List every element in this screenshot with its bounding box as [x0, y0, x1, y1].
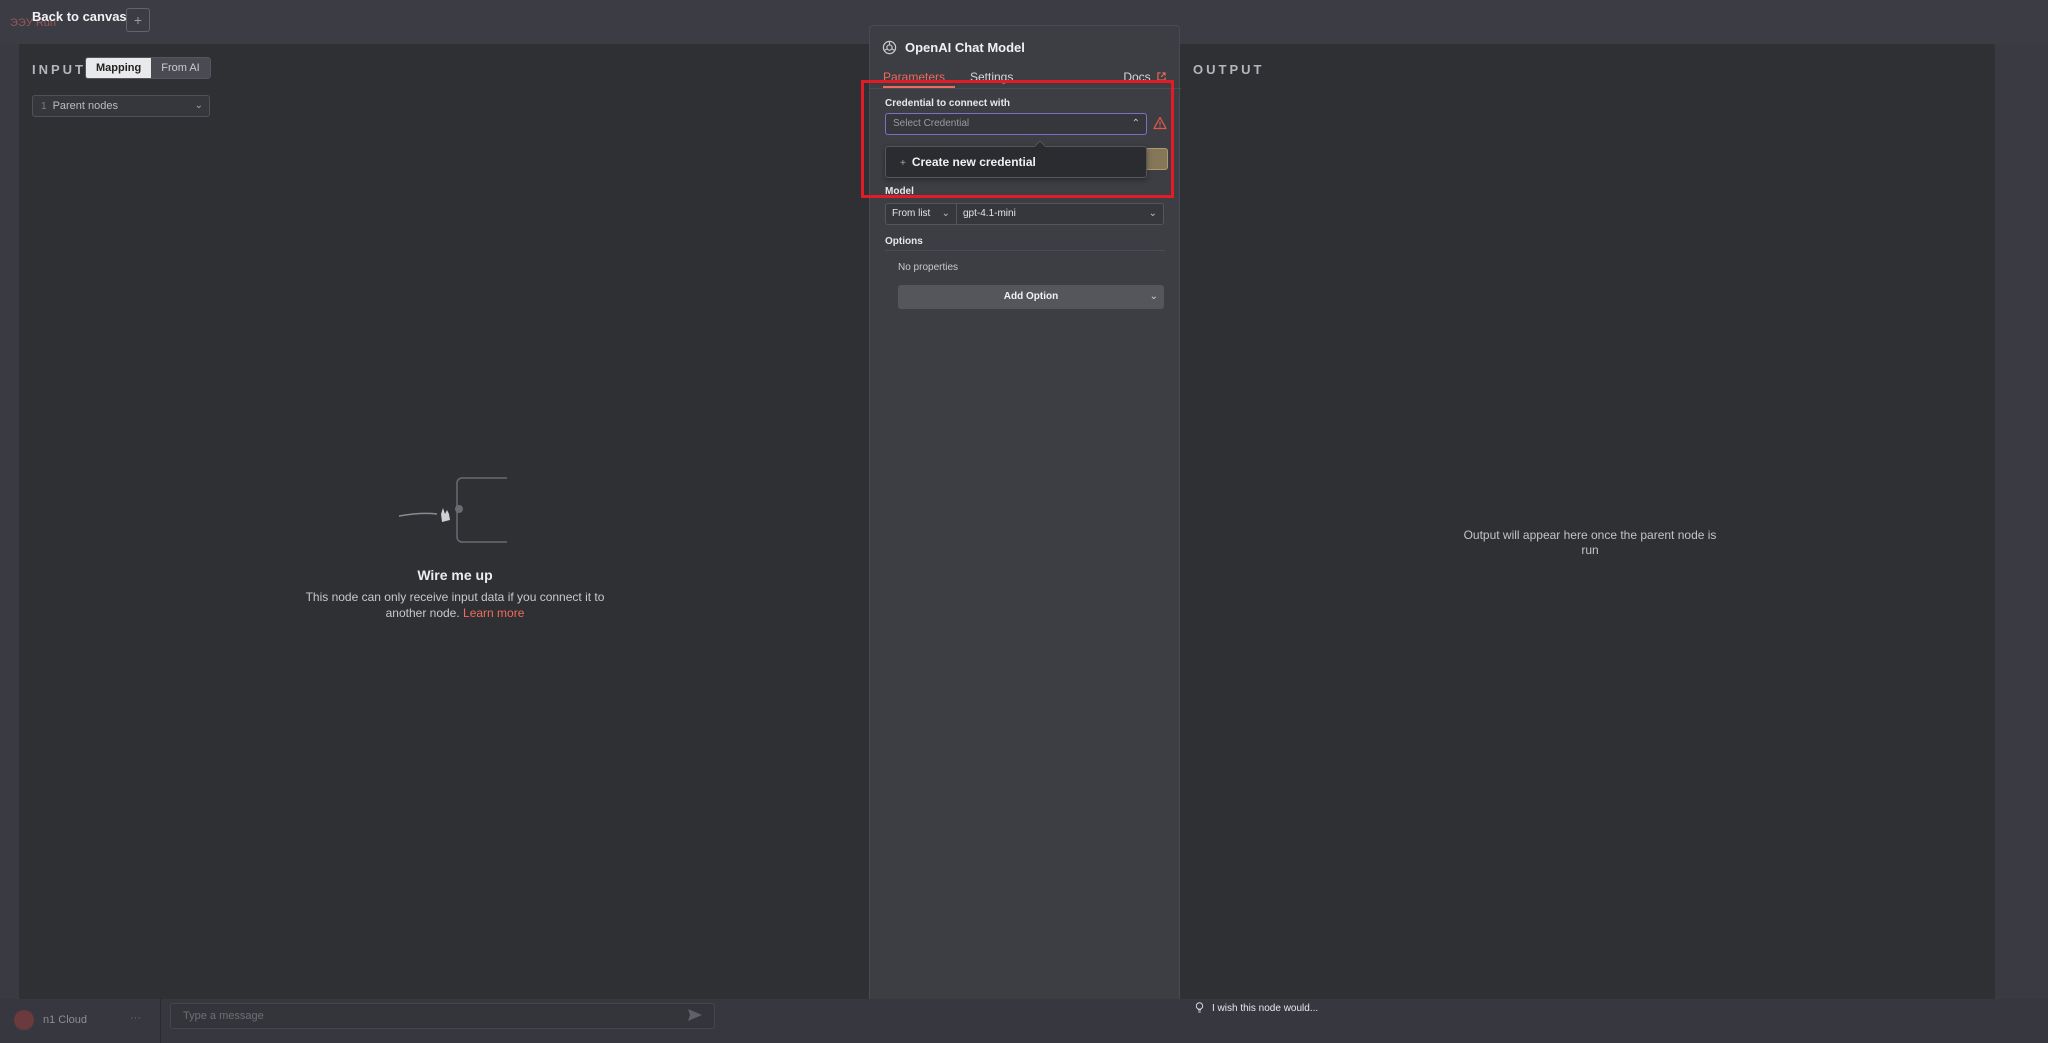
learn-more-link[interactable]: Learn more [463, 606, 524, 620]
bottom-separator [160, 999, 161, 1043]
wire-me-up-description: This node can only receive input data if… [305, 589, 605, 621]
plus-icon: + [900, 158, 906, 169]
no-properties-text: No properties [898, 262, 959, 273]
mapping-toggle[interactable]: Mapping [86, 58, 152, 78]
credential-dropdown: + Create new credential [885, 140, 1147, 178]
from-ai-toggle[interactable]: From AI [151, 58, 210, 78]
node-settings-panel: OpenAI Chat Model Parameters Settings Do… [869, 25, 1181, 1018]
create-new-credential-option[interactable]: + Create new credential [900, 155, 1036, 169]
node-header: OpenAI Chat Model [882, 40, 1025, 55]
create-credential-label: Create new credential [911, 155, 1036, 169]
credential-select[interactable]: Select Credential ⌃ [885, 113, 1147, 135]
output-panel: OUTPUT Output will appear here once the … [1180, 44, 1995, 999]
node-outline-icon [456, 477, 507, 543]
input-title: INPUT [32, 62, 86, 77]
chevron-down-icon: ⌄ [1149, 291, 1158, 302]
credential-label: Credential to connect with [885, 98, 1011, 109]
chevron-up-icon: ⌃ [1131, 118, 1140, 129]
input-mode-toggle: Mapping From AI [85, 57, 211, 79]
wire-description-text: This node can only receive input data if… [305, 590, 605, 620]
wire-me-up-title: Wire me up [417, 567, 493, 583]
wire-connection-illustration [398, 477, 507, 543]
model-label: Model [885, 186, 914, 197]
add-button[interactable]: + [126, 8, 150, 32]
parent-nodes-label: Parent nodes [52, 100, 118, 112]
model-value-select[interactable]: gpt-4.1-mini ⌄ [957, 203, 1164, 225]
send-icon[interactable] [686, 1006, 704, 1024]
chat-placeholder: Type a message [183, 1010, 264, 1022]
more-options-icon[interactable]: ··· [130, 1012, 141, 1024]
add-option-button[interactable]: Add Option ⌄ [898, 285, 1164, 309]
output-title: OUTPUT [1193, 62, 1265, 77]
tab-settings[interactable]: Settings [970, 70, 1013, 84]
parent-nodes-select[interactable]: 1 Parent nodes ⌄ [32, 95, 210, 117]
chat-message-input[interactable]: Type a message [170, 1003, 715, 1029]
model-mode-value: From list [892, 208, 931, 219]
add-option-label: Add Option [1003, 291, 1059, 302]
workspace-label: n1 Cloud [43, 1014, 88, 1026]
chevron-down-icon: ⌄ [941, 208, 950, 219]
node-number-icon: 1 [41, 101, 47, 112]
options-label: Options [885, 236, 923, 247]
options-divider [885, 250, 1165, 251]
model-value-text: gpt-4.1-mini [963, 208, 1016, 219]
lightbulb-icon [1195, 1002, 1204, 1013]
model-mode-select[interactable]: From list ⌄ [885, 203, 957, 225]
chevron-down-icon: ⌄ [194, 100, 203, 111]
openai-logo-icon [882, 40, 897, 55]
hand-pointer-icon [441, 508, 450, 522]
dropdown-caret [1034, 140, 1046, 152]
external-link-icon [1157, 72, 1166, 81]
output-empty-message: Output will appear here once the parent … [1463, 528, 1717, 557]
avatar[interactable] [14, 1010, 34, 1030]
node-title: OpenAI Chat Model [905, 40, 1025, 55]
tabs-divider [870, 88, 1181, 89]
back-to-canvas-link[interactable]: Back to canvas [32, 9, 127, 24]
warning-icon [1153, 116, 1167, 130]
docs-label: Docs [1123, 70, 1151, 84]
feedback-text: I wish this node would... [1212, 1002, 1319, 1014]
tab-parameters[interactable]: Parameters [883, 70, 945, 84]
credential-placeholder: Select Credential [893, 118, 970, 129]
chevron-down-icon: ⌄ [1148, 208, 1157, 219]
input-panel: INPUT Mapping From AI 1 Parent nodes ⌄ Wi… [19, 44, 869, 999]
tab-docs[interactable]: Docs [1123, 70, 1166, 84]
feedback-link[interactable]: I wish this node would... [1195, 1002, 1318, 1014]
